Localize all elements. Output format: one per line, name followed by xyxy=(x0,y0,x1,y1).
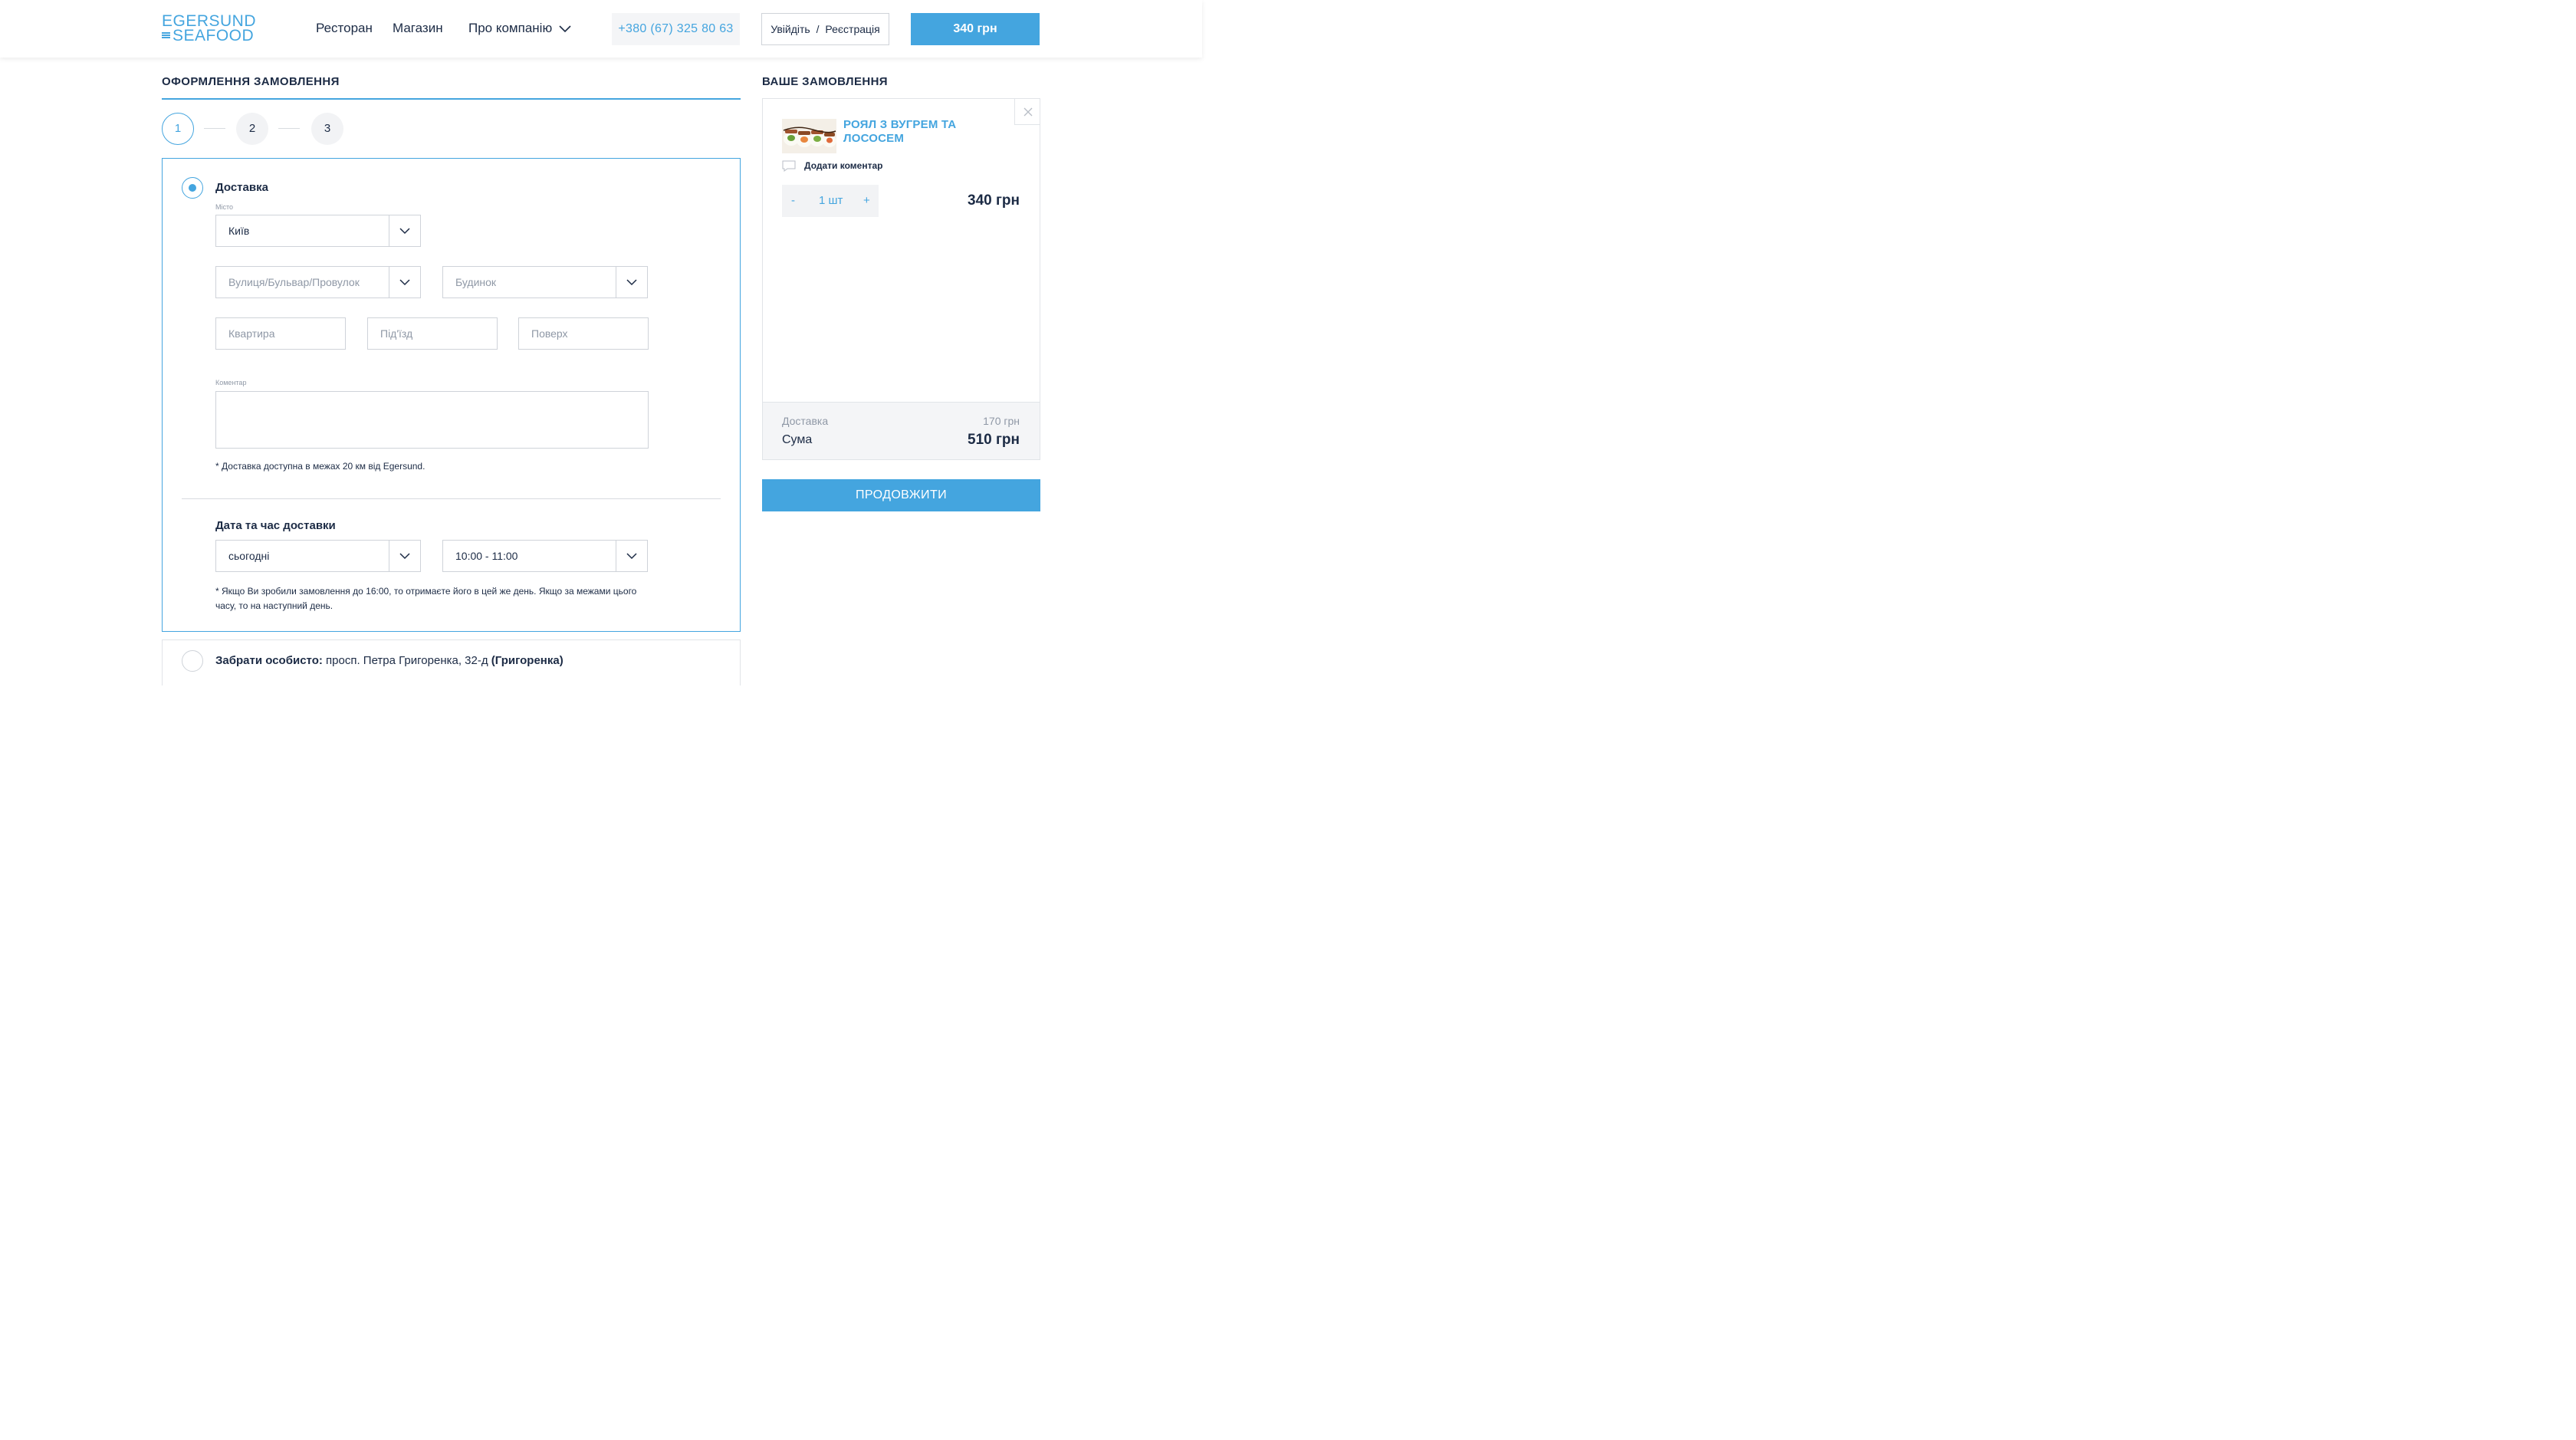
pickup-branch: (Григоренка) xyxy=(491,654,564,667)
item-name-link[interactable]: РОЯЛ З ВУГРЕМ ТА ЛОСОСЕМ xyxy=(843,118,997,146)
cart-button[interactable]: 340 грн xyxy=(911,13,1040,45)
entrance-input[interactable]: Під'їзд xyxy=(367,317,498,350)
house-select[interactable]: Будинок xyxy=(442,266,648,298)
step-2[interactable]: 2 xyxy=(236,113,268,145)
city-label: Місто xyxy=(215,203,234,211)
item-thumbnail[interactable] xyxy=(782,119,836,153)
divider xyxy=(182,498,721,499)
add-comment-link[interactable]: Додати коментар xyxy=(804,160,882,171)
sushi-roll-image xyxy=(782,119,836,153)
qty-minus-button[interactable]: - xyxy=(791,185,795,217)
title-underline xyxy=(162,98,741,100)
login-separator: / xyxy=(816,23,820,35)
chevron-down-icon xyxy=(399,279,410,286)
pickup-address: просп. Петра Григоренка, 32-д xyxy=(326,654,488,667)
step-3[interactable]: 3 xyxy=(311,113,343,145)
nav-shop[interactable]: Магазин xyxy=(393,21,443,36)
continue-button[interactable]: ПРОДОВЖИТИ xyxy=(762,479,1040,511)
time-select[interactable]: 10:00 - 11:00 xyxy=(442,540,648,572)
comment-textarea[interactable] xyxy=(215,391,649,449)
city-value: Київ xyxy=(228,225,250,237)
logo-bottom-text: SEAFOOD xyxy=(172,27,255,44)
chevron-down-icon xyxy=(399,228,410,235)
item-price: 340 грн xyxy=(968,192,1020,209)
date-select[interactable]: сьогодні xyxy=(215,540,421,572)
city-select[interactable]: Київ xyxy=(215,215,421,247)
chevron-down-icon[interactable] xyxy=(558,23,572,34)
nav-restaurant[interactable]: Ресторан xyxy=(316,21,373,36)
pickup-radio[interactable] xyxy=(182,650,203,672)
qty-plus-button[interactable]: + xyxy=(863,185,870,217)
delivery-radio[interactable] xyxy=(182,177,203,199)
step-1[interactable]: 1 xyxy=(162,113,194,145)
delivery-cost-label: Доставка xyxy=(782,415,829,427)
house-placeholder: Будинок xyxy=(455,276,497,288)
step-connector xyxy=(204,128,225,129)
chevron-down-icon xyxy=(626,553,637,560)
delivery-option-label: Доставка xyxy=(215,181,268,194)
datetime-title: Дата та час доставки xyxy=(215,519,336,532)
street-select[interactable]: Вулиця/Бульвар/Провулок xyxy=(215,266,421,298)
qty-value: 1 шт xyxy=(819,194,843,207)
datetime-note: * Якщо Ви зробили замовлення до 16:00, т… xyxy=(215,586,637,611)
street-placeholder: Вулиця/Бульвар/Провулок xyxy=(228,276,360,288)
delivery-cost-value: 170 грн xyxy=(983,415,1020,427)
date-value: сьогодні xyxy=(228,550,270,562)
delivery-note: * Доставка доступна в межах 20 км від Eg… xyxy=(215,461,426,472)
time-value: 10:00 - 11:00 xyxy=(455,550,518,562)
login-register-box: Увійдіть / Реєстрація xyxy=(761,13,889,45)
sum-value: 510 грн xyxy=(968,432,1020,448)
chevron-down-icon xyxy=(399,553,410,560)
pickup-label: Забрати особисто: xyxy=(215,654,323,667)
sum-label: Сума xyxy=(782,433,813,446)
floor-input[interactable]: Поверх xyxy=(518,317,649,350)
phone-link[interactable]: +380 (67) 325 80 63 xyxy=(612,13,740,45)
chevron-down-icon xyxy=(626,279,637,286)
pickup-label-row: Забрати особисто: просп. Петра Григоренк… xyxy=(215,654,564,667)
order-totals xyxy=(763,402,1040,459)
step-connector xyxy=(278,128,300,129)
quantity-stepper: - 1 шт + xyxy=(782,185,879,217)
comment-icon[interactable] xyxy=(782,160,796,172)
remove-item-button[interactable] xyxy=(1014,99,1040,125)
apartment-input[interactable]: Квартира xyxy=(215,317,346,350)
checkout-title: ОФОРМЛЕННЯ ЗАМОВЛЕННЯ xyxy=(162,75,340,88)
comment-label: Коментар xyxy=(215,379,247,386)
logo[interactable]: EGERSUND SEAFOOD xyxy=(162,13,256,44)
login-link[interactable]: Увійдіть xyxy=(770,23,810,35)
logo-fish-icon xyxy=(162,32,170,39)
nav-about[interactable]: Про компанію xyxy=(468,21,552,36)
close-icon xyxy=(1024,107,1033,117)
register-link[interactable]: Реєстрація xyxy=(825,23,879,35)
order-title: ВАШЕ ЗАМОВЛЕННЯ xyxy=(762,75,888,88)
